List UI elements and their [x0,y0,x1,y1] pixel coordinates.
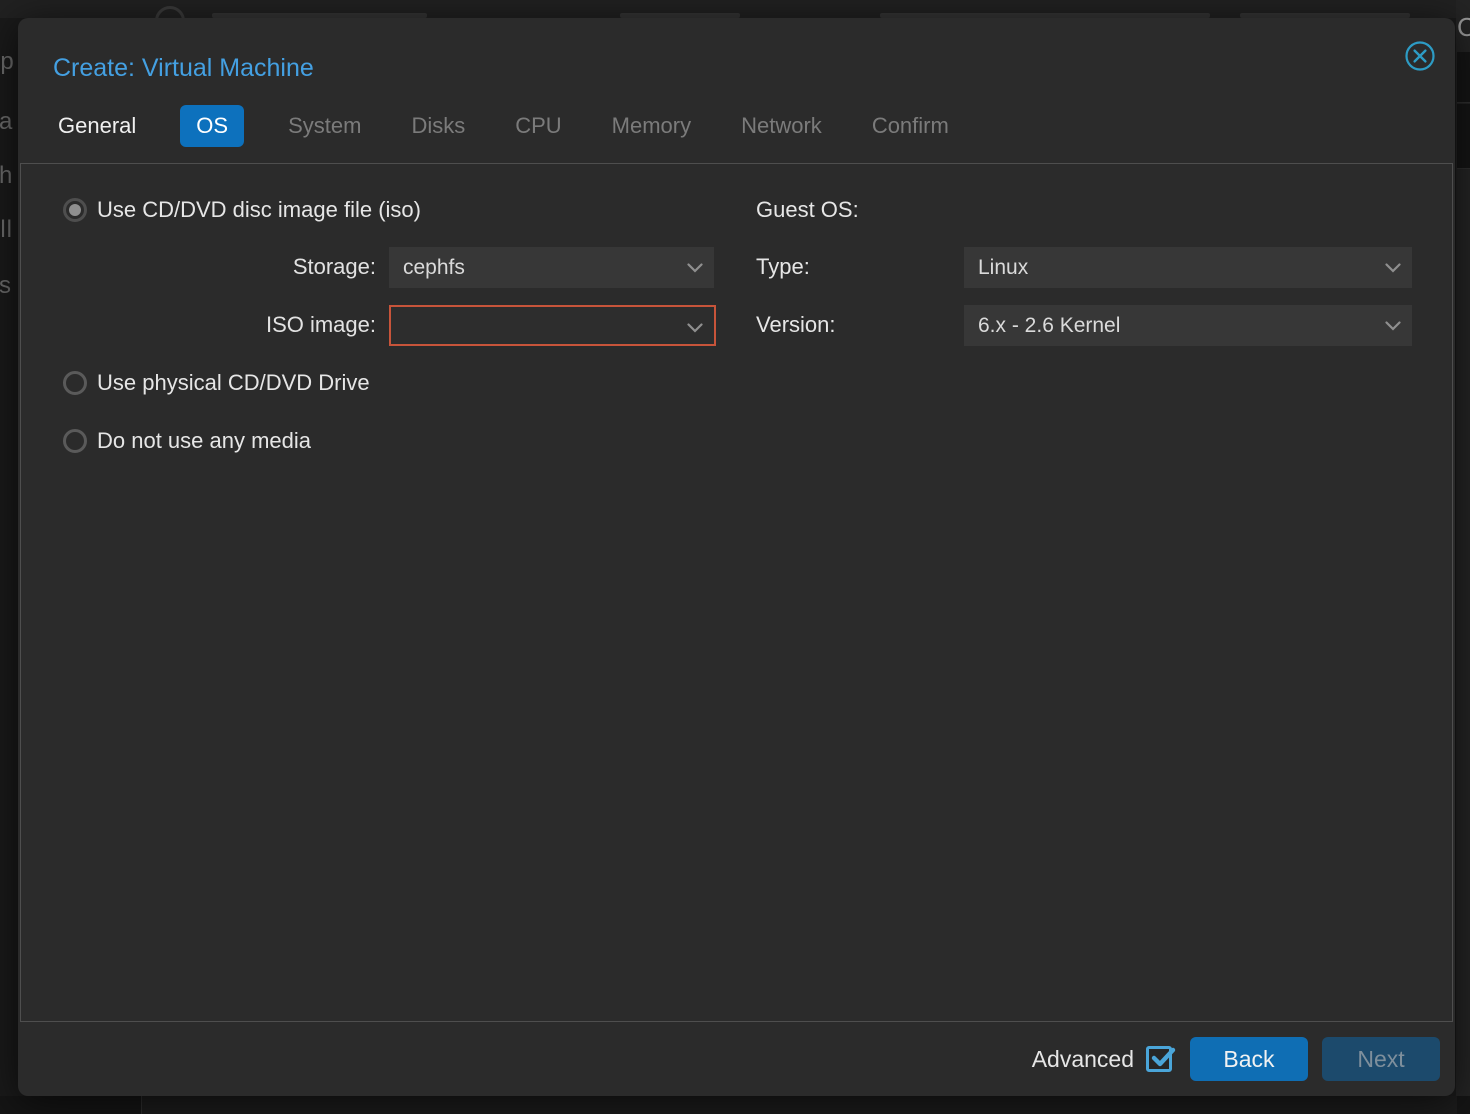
background-radio-icon [155,6,185,18]
guest-os-heading: Guest OS: [756,197,859,223]
chevron-down-icon [1385,321,1401,331]
iso-image-dropdown[interactable] [389,305,716,346]
background-sidebar-fragment: sh [0,162,16,190]
background-sidebar-fragment: ss [0,272,16,300]
iso-image-label: ISO image: [156,312,376,338]
storage-value: cephfs [403,256,465,280]
tab-system: System [282,105,367,147]
tab-cpu: CPU [509,105,567,147]
chevron-down-icon [687,263,703,273]
chevron-down-icon [687,323,703,333]
check-icon [1148,1043,1178,1071]
dialog-footer: Advanced Back Next [18,1022,1455,1096]
background-right-fragment: C [1457,12,1470,43]
circle-x-close-icon [1404,40,1436,72]
guest-version-dropdown[interactable]: 6.x - 2.6 Kernel [964,305,1412,346]
tab-confirm: Confirm [866,105,955,147]
guest-type-dropdown[interactable]: Linux [964,247,1412,288]
background-bottom-panel [141,1096,1457,1114]
create-vm-dialog: Create: Virtual Machine General OS Syste… [18,18,1455,1096]
storage-dropdown[interactable]: cephfs [389,247,714,288]
background-sidebar-fragment: ca [0,108,16,136]
tab-network: Network [735,105,828,147]
background-hardware-row [0,0,1470,18]
advanced-label: Advanced [1032,1046,1134,1073]
close-button[interactable] [1404,40,1436,72]
dialog-title: Create: Virtual Machine [53,54,314,83]
wizard-tabbar: General OS System Disks CPU Memory Netwo… [52,103,955,149]
chevron-down-icon [1385,263,1401,273]
background-sidebar-fragment: all [0,216,16,244]
next-button[interactable]: Next [1322,1037,1440,1081]
background-row [1457,52,1470,103]
os-tab-panel: Use CD/DVD disc image file (iso) Storage… [20,163,1453,1022]
tab-disks: Disks [405,105,471,147]
radio-no-media-label[interactable]: Do not use any media [97,428,311,454]
radio-use-iso-label[interactable]: Use CD/DVD disc image file (iso) [97,197,421,223]
guest-version-value: 6.x - 2.6 Kernel [978,314,1120,338]
radio-physical-drive-label[interactable]: Use physical CD/DVD Drive [97,370,370,396]
advanced-checkbox[interactable] [1146,1046,1172,1072]
tab-general[interactable]: General [52,105,142,147]
guest-type-value: Linux [978,256,1028,280]
radio-use-iso[interactable] [63,198,87,222]
storage-label: Storage: [156,254,376,280]
back-button[interactable]: Back [1190,1037,1308,1081]
tab-memory: Memory [606,105,697,147]
radio-physical-drive[interactable] [63,371,87,395]
tab-os[interactable]: OS [180,105,244,147]
background-sidebar-fragment: up [0,48,16,76]
radio-no-media[interactable] [63,429,87,453]
guest-version-label: Version: [756,312,836,338]
guest-type-label: Type: [756,254,810,280]
screen: up ca sh all ss C Create: Virtual Machin… [0,0,1470,1114]
background-row [1457,104,1470,169]
